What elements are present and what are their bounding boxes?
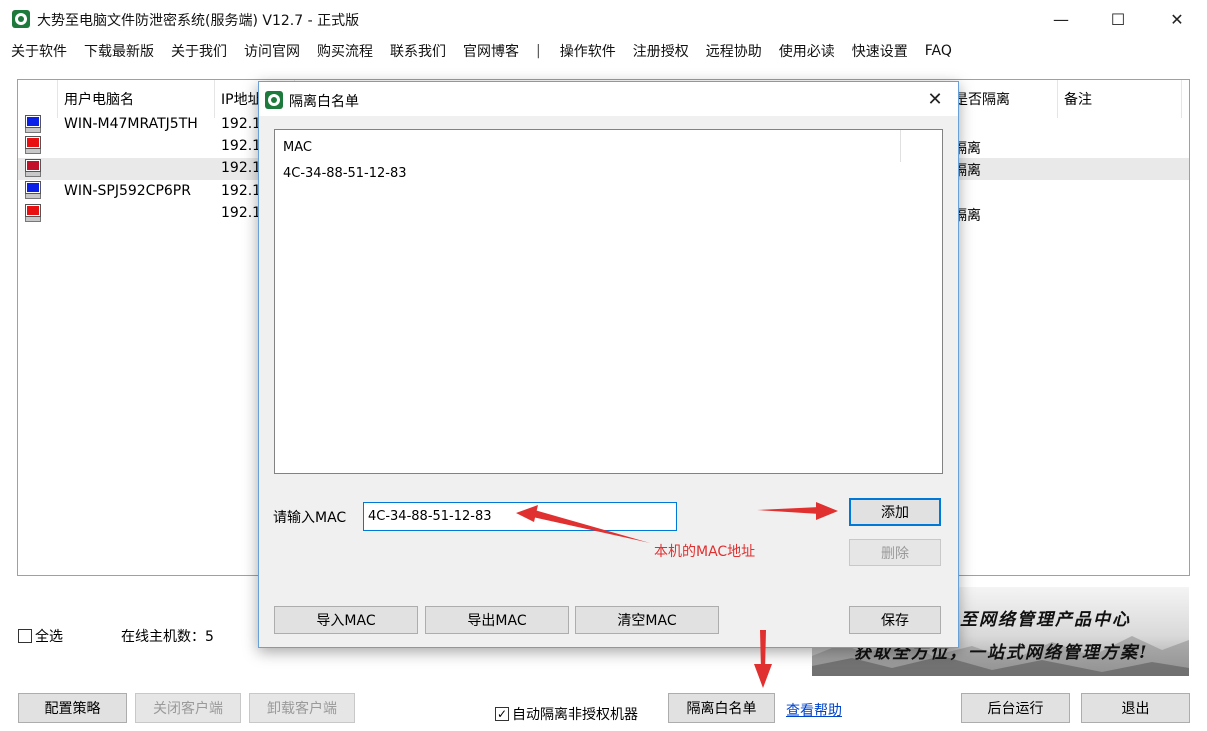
annotation-arrows — [516, 502, 838, 688]
arrow-to-add — [757, 507, 820, 514]
arrow-to-input-head — [516, 505, 538, 522]
arrow-to-input — [528, 509, 650, 543]
arrow-to-whitelist-head — [754, 664, 772, 688]
annotation-label: 本机的MAC地址 — [654, 544, 756, 560]
arrow-to-add-head — [816, 502, 838, 520]
